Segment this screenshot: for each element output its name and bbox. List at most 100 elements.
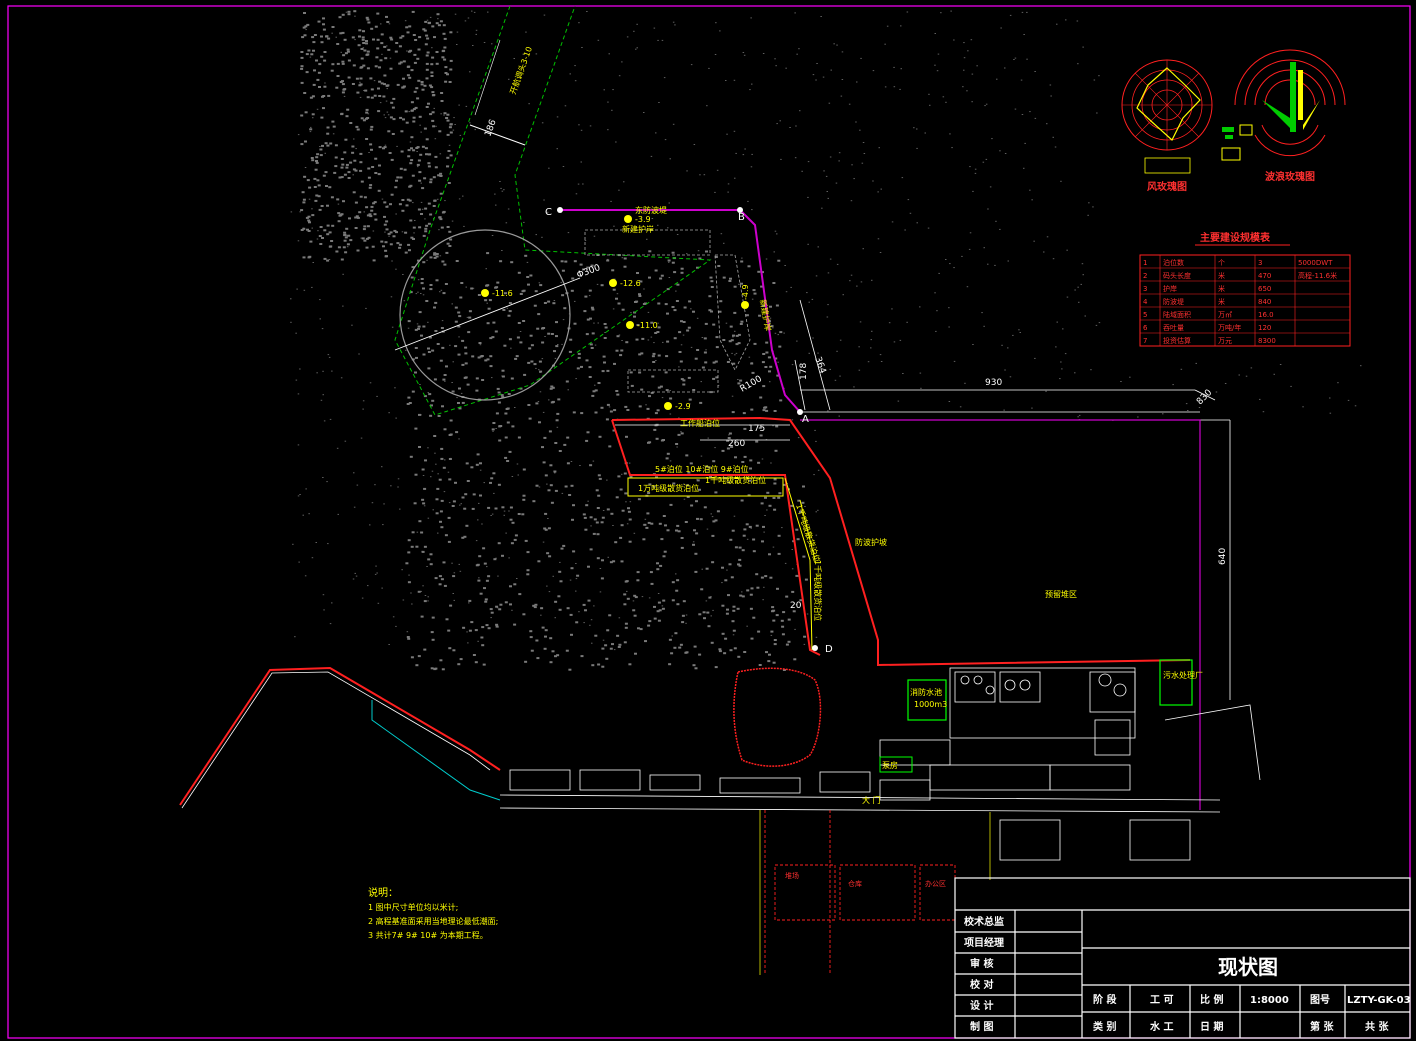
sounding-3: -11.0 (637, 321, 658, 330)
point-d: D (825, 644, 833, 655)
stage-label: 阶 段 (1093, 993, 1116, 1006)
cad-drawing: C B A D 930 640 364 178 260 175 20 186 8… (7, 5, 1411, 1039)
table-cell: 万吨/年 (1218, 323, 1241, 332)
label-berth1: 1万吨级散货泊位 (638, 483, 699, 493)
table-cell: 5000DWT (1298, 259, 1333, 267)
point-b: B (738, 212, 745, 223)
date-label: 日 期 (1200, 1020, 1223, 1033)
label-work-boat: 工作船泊位 (680, 418, 720, 428)
table-cell: 万㎡ (1218, 311, 1232, 319)
page-label: 第 张 (1310, 1020, 1334, 1033)
drawing-title: 现状图 (1218, 955, 1278, 979)
stage-value: 工 可 (1150, 994, 1173, 1006)
label-pump: 泵房 (882, 760, 898, 770)
label-channel: 开航调头3-10 (507, 45, 534, 96)
table-cell: 16.0 (1258, 311, 1274, 319)
role-2: 项目经理 (964, 936, 1004, 949)
sounding-6: -4.9 (741, 284, 750, 300)
table-cell: 个 (1218, 259, 1225, 267)
role-1: 校术总监 (964, 915, 1004, 928)
role-5: 设 计 (970, 999, 993, 1012)
seabed-sounding-field (290, 10, 1362, 651)
table-cell: 5 (1143, 311, 1147, 319)
label-berth-row: 5#泊位 10#泊位 9#泊位 (655, 464, 749, 474)
yard-outlines (764, 810, 956, 975)
drawing-no-value: LZTY-GK-03 (1347, 995, 1411, 1006)
table-cell: 1 (1143, 259, 1147, 267)
drawing-no-label: 图号 (1310, 994, 1330, 1006)
table-cell: 防波堤 (1163, 297, 1184, 306)
work-boat-berth (371, 700, 501, 801)
dim-175: 175 (748, 424, 765, 434)
sounding-1: -11.6 (492, 289, 513, 298)
table-cell: 840 (1258, 298, 1271, 306)
land-boundary (800, 419, 1201, 810)
total-label: 共 张 (1365, 1020, 1389, 1033)
dim-260: 260 (728, 439, 745, 449)
sounding-5: -2.9 (675, 402, 691, 411)
table-cell: 泊位数 (1163, 258, 1184, 267)
title-block (954, 877, 1411, 1039)
table-cell: 吞吐量 (1163, 323, 1184, 332)
category-label: 类 别 (1093, 1020, 1116, 1033)
label-gate: 大 门 (862, 795, 881, 805)
table-cell: 米 (1218, 284, 1225, 293)
table-cell: 码头长度 (1163, 271, 1191, 280)
table-cell: 投资估算 (1163, 336, 1191, 345)
label-yard1: 堆场 (785, 871, 799, 880)
scale-table: 1 泊位数个 3 5000DWT2 码头长度米 470 高程-11.6米3 护岸米 6504 防波… (1139, 254, 1351, 347)
label-breakwater-n: 东防波堤 (635, 205, 667, 215)
label-plant: 污水处理厂 (1163, 670, 1203, 680)
dim-364: 364 (812, 356, 827, 376)
label-storage: 预留堆区 (1045, 589, 1077, 599)
role-3: 审 核 (970, 957, 993, 970)
category-value: 水 工 (1149, 1020, 1173, 1033)
sounding-points (481, 215, 749, 410)
table-cell: 万元 (1218, 337, 1232, 345)
dimension-lines (615, 299, 1231, 700)
sounding-4: -3.9 (635, 215, 651, 224)
table-cell: 470 (1258, 272, 1271, 280)
dim-r100: R100 (739, 374, 765, 395)
wave-rose-caption: 波浪玫瑰图 (1265, 170, 1315, 183)
label-breakwater-n2: 新建护岸 (622, 224, 654, 234)
plant-box (1159, 659, 1193, 706)
role-4: 校 对 (970, 978, 993, 991)
table-cell: 3 (1258, 259, 1262, 267)
sounding-2: -12.6 (620, 279, 641, 288)
notes-line-2: 2 高程基准面采用当地理论最低潮面; (368, 916, 498, 926)
dim-830: 830 (1195, 388, 1214, 407)
scale-label: 比 例 (1200, 993, 1223, 1006)
role-6: 制 图 (970, 1020, 993, 1033)
wave-rose (1221, 49, 1346, 161)
wind-rose (1121, 59, 1213, 174)
table-cell: 6 (1143, 324, 1148, 332)
table-cell: 高程-11.6米 (1298, 271, 1337, 280)
table-cell: 650 (1258, 285, 1271, 293)
table-cell: 米 (1218, 271, 1225, 280)
label-yard2: 仓库 (848, 879, 862, 888)
table-cell: 120 (1258, 324, 1271, 332)
dim-930: 930 (985, 378, 1002, 388)
label-pond-tank: 消防水池 (910, 687, 942, 697)
notes-line-1: 1 图中尺寸单位均以米计; (368, 902, 458, 912)
reservoir-pond (733, 667, 822, 767)
dim-178: 178 (799, 363, 809, 380)
table-cell: 护岸 (1163, 284, 1177, 293)
scale-value: 1:8000 (1250, 995, 1289, 1006)
label-berth2: 1千吨级散货泊位 (705, 475, 766, 485)
table-cell: 米 (1218, 297, 1225, 306)
dim-phi300: Φ300 (576, 263, 602, 281)
seawall-inner (181, 671, 491, 809)
table-cell: 3 (1143, 285, 1147, 293)
table-cell: 4 (1143, 298, 1148, 306)
table-cell: 陆域面积 (1163, 310, 1191, 319)
reclamation-cloud (300, 10, 808, 671)
table-title: 主要建设规模表 (1200, 231, 1271, 244)
label-wharf-side2: 1千吨级散货泊位 (813, 560, 823, 621)
wharf-front (179, 416, 1191, 806)
notes-heading: 说明： (368, 886, 398, 899)
table-cell: 2 (1143, 272, 1147, 280)
dim-20: 20 (790, 601, 802, 611)
wind-rose-caption: 风玫瑰图 (1147, 180, 1187, 193)
